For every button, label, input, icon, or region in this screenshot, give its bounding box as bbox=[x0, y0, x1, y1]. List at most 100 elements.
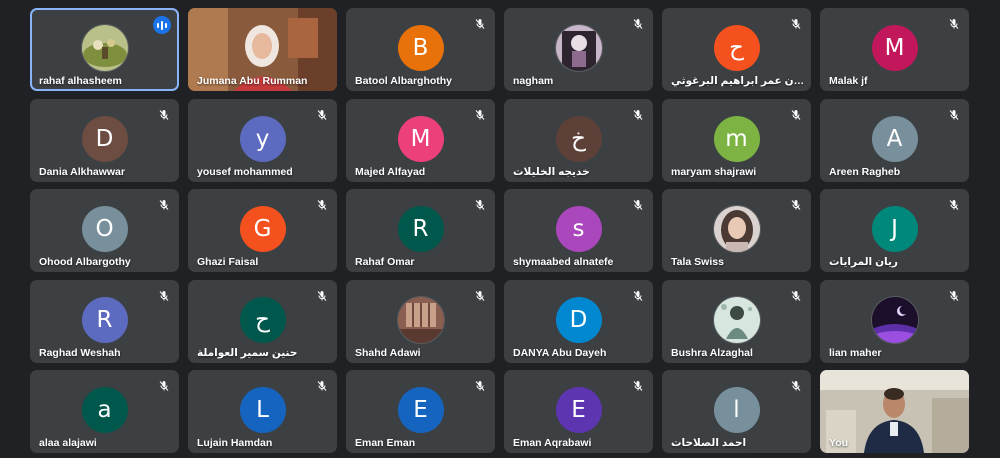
avatar-initial: D bbox=[95, 125, 114, 152]
mic-off-icon bbox=[158, 289, 170, 301]
mic-off-icon bbox=[632, 17, 644, 29]
mic-off-icon bbox=[474, 108, 486, 120]
participant-tile[interactable]: Shahd Adawi bbox=[346, 279, 495, 363]
mic-off-icon bbox=[316, 289, 328, 301]
participant-name: rahaf alhasheem bbox=[39, 75, 122, 87]
mic-off-icon bbox=[158, 198, 170, 210]
mic-off-icon bbox=[474, 198, 486, 210]
mic-off-icon bbox=[948, 17, 960, 29]
participant-avatar: B bbox=[397, 25, 444, 71]
avatar-initial: y bbox=[255, 125, 270, 152]
participant-tile[interactable]: ح حنين سمير العواملة bbox=[188, 279, 337, 363]
participant-avatar bbox=[554, 24, 603, 72]
participant-tile[interactable]: E Eman Aqrabawi bbox=[504, 370, 653, 453]
participant-avatar: M bbox=[397, 115, 444, 162]
participant-tile[interactable]: m maryam shajrawi bbox=[662, 98, 811, 182]
participant-avatar: G bbox=[239, 206, 286, 252]
participant-name: Eman Eman bbox=[355, 437, 416, 449]
participant-tile[interactable]: L Lujain Hamdan bbox=[188, 370, 337, 453]
participant-avatar: y bbox=[239, 115, 286, 162]
participant-avatar: R bbox=[81, 296, 128, 343]
participant-tile[interactable]: Bushra Alzaghal bbox=[662, 279, 811, 363]
participant-tile[interactable]: R Rahaf Omar bbox=[346, 189, 495, 272]
mic-off-icon bbox=[158, 379, 170, 391]
participant-avatar: O bbox=[81, 206, 128, 252]
participant-avatar: D bbox=[555, 296, 602, 343]
participant-name: خديجه الخليلات bbox=[513, 165, 590, 178]
participant-tile[interactable]: M Malak jf bbox=[820, 8, 969, 91]
participant-tile[interactable]: D DANYA Abu Dayeh bbox=[504, 279, 653, 363]
participant-avatar: M bbox=[871, 25, 918, 71]
participant-tile[interactable]: a alaa alajawi bbox=[30, 370, 179, 453]
avatar-initial: E bbox=[571, 397, 586, 423]
participant-tile[interactable]: nagham bbox=[504, 8, 653, 91]
participant-avatar: ا bbox=[713, 387, 760, 433]
participant-name: Shahd Adawi bbox=[355, 346, 421, 359]
participant-name: احمد الصلاحات bbox=[671, 437, 747, 449]
mic-off-icon bbox=[790, 379, 802, 391]
participant-tile[interactable]: O Ohood Albargothy bbox=[30, 189, 179, 272]
participant-avatar: E bbox=[397, 387, 444, 433]
participant-tile[interactable]: R Raghad Weshah bbox=[30, 279, 179, 363]
participant-tile[interactable]: M Majed Alfayad bbox=[346, 98, 495, 182]
mic-off-icon bbox=[632, 379, 644, 391]
participant-avatar: a bbox=[81, 387, 128, 433]
mic-off-icon bbox=[316, 198, 328, 210]
participant-avatar bbox=[870, 295, 919, 344]
participant-tile[interactable]: J ريان المرايات bbox=[820, 189, 969, 272]
participant-tile[interactable]: lian maher bbox=[820, 279, 969, 363]
participant-avatar bbox=[712, 295, 761, 344]
participant-tile[interactable]: D Dania Alkhawwar bbox=[30, 98, 179, 182]
mic-off-icon bbox=[316, 108, 328, 120]
participant-name: Batool Albarghothy bbox=[355, 75, 453, 87]
participant-avatar: E bbox=[555, 387, 602, 433]
participant-tile[interactable]: ا احمد الصلاحات bbox=[662, 370, 811, 453]
participant-tile[interactable]: s shymaabed alnatefe bbox=[504, 189, 653, 272]
avatar-initial: m bbox=[725, 125, 748, 152]
participant-tile[interactable]: A Areen Ragheb bbox=[820, 98, 969, 182]
avatar-initial: J bbox=[891, 216, 898, 242]
participant-tile[interactable]: E Eman Eman bbox=[346, 370, 495, 453]
participant-tile[interactable]: G Ghazi Faisal bbox=[188, 189, 337, 272]
speaking-indicator-icon bbox=[153, 16, 171, 34]
participant-avatar: m bbox=[713, 115, 760, 162]
participant-name: Majed Alfayad bbox=[355, 165, 426, 178]
avatar-initial: A bbox=[886, 125, 903, 152]
participant-name: alaa alajawi bbox=[39, 437, 97, 449]
participant-name: DANYA Abu Dayeh bbox=[513, 346, 607, 359]
participant-name: Raghad Weshah bbox=[39, 346, 121, 359]
participant-tile[interactable]: rahaf alhasheem bbox=[30, 8, 179, 91]
mic-off-icon bbox=[790, 198, 802, 210]
avatar-initial: G bbox=[253, 216, 272, 242]
participant-name: You bbox=[829, 437, 849, 449]
avatar-initial: ح bbox=[255, 306, 270, 333]
mic-off-icon bbox=[948, 198, 960, 210]
participant-name: Tala Swiss bbox=[671, 256, 724, 268]
avatar-initial: خ bbox=[571, 125, 586, 152]
participant-grid: rahaf alhasheem Jumana Abu Rumman B Batool … bbox=[30, 8, 969, 453]
mic-off-icon bbox=[632, 108, 644, 120]
participant-tile[interactable]: ح حنان عمر ابراهيم البرغوثي bbox=[662, 8, 811, 91]
mic-off-icon bbox=[474, 379, 486, 391]
participant-tile[interactable]: You bbox=[820, 370, 969, 453]
mic-off-icon bbox=[474, 289, 486, 301]
participant-name: yousef mohammed bbox=[197, 165, 293, 178]
mic-off-icon bbox=[790, 108, 802, 120]
participant-avatar: ح bbox=[713, 25, 760, 71]
avatar-initial: E bbox=[413, 397, 428, 423]
participant-tile[interactable]: Tala Swiss bbox=[662, 189, 811, 272]
participant-avatar: R bbox=[397, 206, 444, 252]
avatar-initial: M bbox=[410, 125, 431, 152]
participant-tile[interactable]: B Batool Albarghothy bbox=[346, 8, 495, 91]
participant-tile[interactable]: Jumana Abu Rumman bbox=[188, 8, 337, 91]
avatar-initial: a bbox=[97, 397, 112, 423]
participant-name: nagham bbox=[513, 75, 554, 87]
participant-name: Lujain Hamdan bbox=[197, 437, 273, 449]
participant-tile[interactable]: y yousef mohammed bbox=[188, 98, 337, 182]
participant-tile[interactable]: خ خديجه الخليلات bbox=[504, 98, 653, 182]
mic-off-icon bbox=[632, 198, 644, 210]
mic-off-icon bbox=[948, 108, 960, 120]
avatar-initial: L bbox=[256, 397, 269, 423]
participant-name: lian maher bbox=[829, 346, 882, 359]
mic-off-icon bbox=[632, 289, 644, 301]
